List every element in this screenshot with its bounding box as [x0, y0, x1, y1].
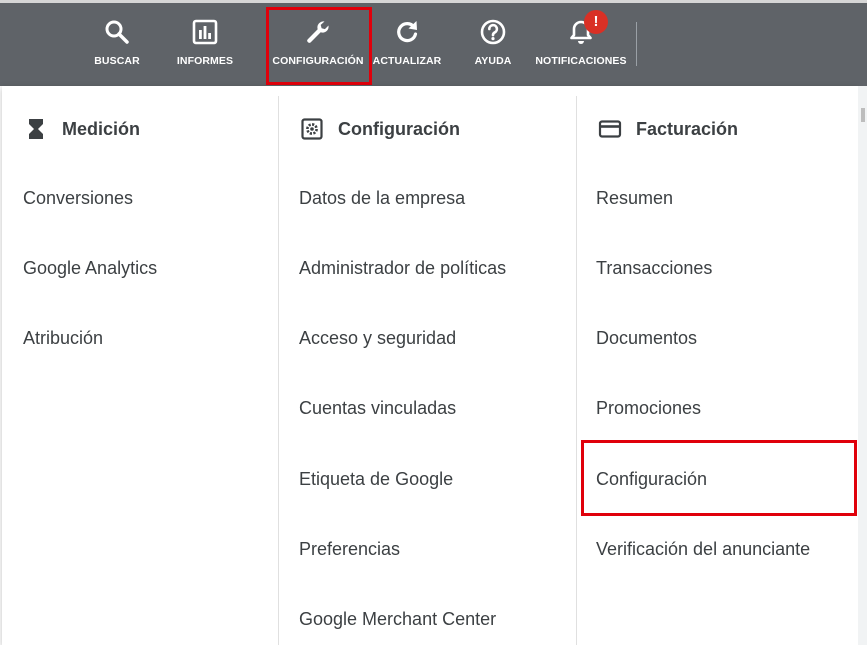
- help-button[interactable]: AYUDA: [462, 16, 524, 76]
- reports-button-label: INFORMES: [176, 55, 234, 67]
- refresh-icon: [397, 21, 418, 43]
- refresh-button-label: ACTUALIZAR: [372, 55, 442, 67]
- hourglass-icon: [29, 119, 43, 139]
- setup-header: Configuración: [300, 116, 460, 142]
- measurement-header: Medición: [24, 116, 140, 142]
- menu-item-preferences[interactable]: Preferencias: [299, 538, 400, 560]
- menu-item-google-tag[interactable]: Etiqueta de Google: [299, 468, 453, 490]
- reports-button[interactable]: INFORMES: [170, 16, 240, 76]
- menu-item-conversions[interactable]: Conversiones: [23, 187, 133, 209]
- menu-item-transactions[interactable]: Transacciones: [596, 257, 712, 279]
- menu-item-attribution[interactable]: Atribución: [23, 327, 103, 349]
- setup-title: Configuración: [338, 118, 460, 139]
- menu-item-access-security[interactable]: Acceso y seguridad: [299, 327, 456, 349]
- settings-box-icon: [301, 118, 323, 140]
- help-icon: [480, 19, 506, 45]
- notification-alert-badge: !: [584, 10, 608, 34]
- billing-settings-highlight-box: [581, 440, 857, 516]
- search-button-label: BUSCAR: [94, 55, 140, 67]
- credit-card-icon: [598, 120, 622, 138]
- help-button-label: AYUDA: [474, 55, 512, 67]
- menu-item-merchant-center[interactable]: Google Merchant Center: [299, 608, 496, 630]
- refresh-button[interactable]: ACTUALIZAR: [370, 16, 444, 76]
- background-page-edge: [858, 86, 867, 645]
- column-divider: [278, 96, 279, 645]
- configuration-highlight-box: [266, 7, 372, 85]
- notifications-button-label: NOTIFICACIONES: [535, 55, 627, 67]
- billing-header: Facturación: [598, 116, 738, 142]
- notifications-button[interactable]: NOTIFICACIONES: [532, 16, 630, 76]
- measurement-title: Medición: [62, 118, 141, 139]
- menu-item-business-data[interactable]: Datos de la empresa: [299, 187, 465, 209]
- menu-item-policy-manager[interactable]: Administrador de políticas: [299, 257, 506, 279]
- menu-item-google-analytics[interactable]: Google Analytics: [23, 257, 157, 279]
- menu-item-summary[interactable]: Resumen: [596, 187, 673, 209]
- billing-title: Facturación: [636, 118, 739, 139]
- menu-item-advertiser-verification[interactable]: Verificación del anunciante: [596, 538, 810, 560]
- menu-item-documents[interactable]: Documentos: [596, 327, 697, 349]
- menu-item-linked-accounts[interactable]: Cuentas vinculadas: [299, 397, 456, 419]
- tools-menu-panel: Medición Conversiones Google Analytics A…: [2, 86, 858, 645]
- toolbar-top-border: [0, 0, 867, 3]
- search-icon: [105, 20, 129, 44]
- column-divider: [576, 96, 577, 645]
- toolbar-divider: [636, 22, 637, 66]
- search-button[interactable]: BUSCAR: [86, 16, 148, 76]
- bar-chart-icon: [192, 19, 218, 45]
- background-page-mark: [861, 108, 865, 122]
- menu-item-promotions[interactable]: Promociones: [596, 397, 701, 419]
